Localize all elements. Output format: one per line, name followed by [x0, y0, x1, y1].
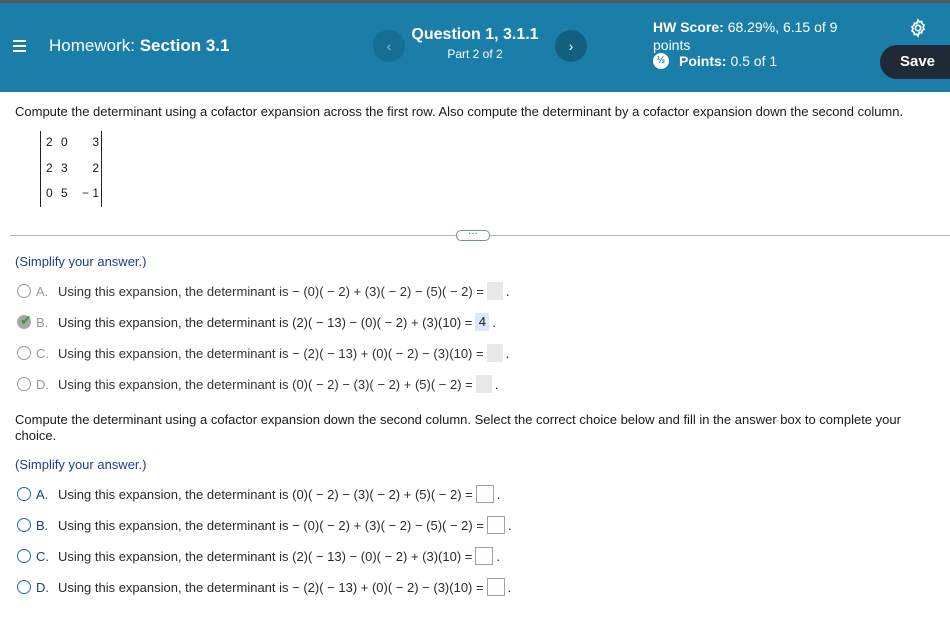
gear-icon[interactable] — [908, 18, 928, 38]
choice-letter: A. — [36, 283, 49, 299]
answer-input[interactable] — [475, 485, 494, 503]
save-button[interactable]: Save — [880, 45, 950, 79]
choice-text: Using this expansion, the determinant is… — [58, 283, 484, 299]
part1-choice-b[interactable]: ✔ B. Using this expansion, the determina… — [17, 312, 496, 332]
choice-letter: B. — [36, 517, 49, 533]
radio-button[interactable] — [17, 580, 31, 594]
question-title: Question 1, 3.1.1 — [411, 26, 539, 43]
simplify-hint: (Simplify your answer.) — [15, 254, 146, 268]
selected-radio-button[interactable]: ✔ — [17, 312, 32, 329]
matrix-cell: 0 — [61, 135, 68, 149]
section-label: Section 3.1 — [139, 36, 230, 55]
choice-text: Using this expansion, the determinant is… — [58, 579, 484, 595]
chevron-left-icon: ‹ — [386, 38, 392, 54]
radio-button[interactable] — [17, 487, 31, 501]
matrix-row: 0 5 − 1 — [41, 186, 103, 202]
choice-text: Using this expansion, the determinant is… — [58, 345, 484, 361]
part2-choice-c[interactable]: C. Using this expansion, the determinant… — [17, 546, 500, 566]
expand-more-button[interactable]: ··· — [456, 229, 490, 241]
part2-choice-a[interactable]: A. Using this expansion, the determinant… — [17, 484, 500, 504]
radio-button[interactable] — [17, 346, 31, 360]
hamburger-menu-icon[interactable] — [13, 40, 26, 52]
check-icon: ✔ — [20, 312, 32, 328]
part2-choice-d[interactable]: D. Using this expansion, the determinant… — [17, 577, 511, 597]
matrix-cell: − 1 — [81, 186, 99, 200]
answer-box — [486, 282, 503, 300]
choice-text: Using this expansion, the determinant is… — [58, 314, 473, 330]
part2-choice-b[interactable]: B. Using this expansion, the determinant… — [17, 515, 512, 535]
answer-box — [475, 375, 492, 393]
radio-button[interactable] — [17, 377, 31, 391]
matrix-cell: 2 — [92, 161, 99, 175]
answer-value: 4 — [475, 313, 490, 331]
matrix-row: 2 0 3 — [41, 135, 103, 151]
answer-box — [486, 344, 503, 362]
answer-input[interactable] — [475, 547, 494, 565]
radio-button[interactable] — [17, 549, 31, 563]
matrix-cell: 2 — [46, 135, 53, 149]
matrix: 2 0 3 2 3 2 0 5 − 1 — [40, 131, 102, 207]
choice-letter: A. — [36, 486, 49, 502]
matrix-cell: 5 — [61, 186, 68, 200]
answer-input[interactable] — [486, 516, 505, 534]
chevron-right-icon: › — [568, 38, 574, 54]
matrix-cell: 3 — [61, 161, 68, 175]
hw-score: HW Score: 68.29%, 6.15 of 9 points — [653, 18, 837, 54]
hw-score-unit: points — [653, 37, 691, 53]
simplify-hint-text: (Simplify your answer.) — [15, 254, 147, 268]
question-part: Part 2 of 2 — [447, 47, 503, 61]
choice-letter: C. — [36, 548, 49, 564]
question-points: ½ Points: 0.5 of 1 — [653, 53, 777, 69]
matrix-row: 2 3 2 — [41, 161, 103, 177]
question-prompt: Compute the determinant using a cofactor… — [15, 104, 904, 119]
homework-title: Homework: Section 3.1 — [49, 36, 229, 56]
choice-text: Using this expansion, the determinant is… — [58, 376, 473, 392]
matrix-cell: 0 — [46, 186, 53, 200]
matrix-cell: 2 — [46, 161, 53, 175]
radio-button[interactable] — [17, 284, 31, 298]
points-label: Points: — [679, 53, 727, 69]
radio-button[interactable] — [17, 518, 31, 532]
previous-question-button[interactable]: ‹ — [373, 30, 405, 62]
homework-label: Homework: — [49, 36, 135, 55]
hw-score-label: HW Score: — [653, 19, 724, 35]
part1-choice-c[interactable]: C. Using this expansion, the determinant… — [17, 343, 509, 363]
choice-letter: D. — [36, 376, 49, 392]
choice-letter: D. — [36, 579, 49, 595]
header-bar: Homework: Section 3.1 ‹ Question 1, 3.1.… — [0, 3, 950, 92]
choice-text: Using this expansion, the determinant is… — [58, 486, 473, 502]
points-value: 0.5 of 1 — [730, 53, 778, 69]
choice-text: Using this expansion, the determinant is… — [58, 517, 484, 533]
part1-choice-a[interactable]: A. Using this expansion, the determinant… — [17, 281, 510, 301]
simplify-hint: (Simplify your answer.) — [15, 457, 147, 472]
choice-letter: B. — [36, 314, 49, 330]
choice-letter: C. — [36, 345, 49, 361]
part2-prompt: Compute the determinant using a cofactor… — [15, 412, 901, 443]
answer-input[interactable] — [486, 578, 505, 596]
partial-credit-icon: ½ — [653, 53, 669, 69]
part1-choice-d[interactable]: D. Using this expansion, the determinant… — [17, 374, 498, 394]
matrix-cell: 3 — [92, 135, 99, 149]
next-question-button[interactable]: › — [555, 30, 587, 62]
hw-score-value: 68.29%, 6.15 of 9 — [727, 19, 838, 35]
choice-text: Using this expansion, the determinant is… — [58, 548, 473, 564]
